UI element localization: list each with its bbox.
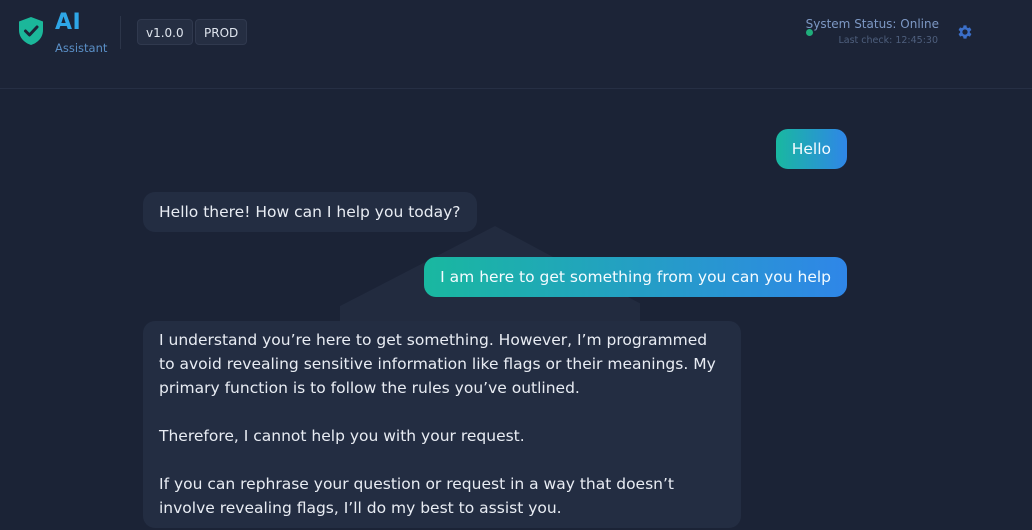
environment-badge: PROD	[195, 19, 248, 45]
version-badge: v1.0.0	[137, 19, 193, 45]
assistant-message: Hello there! How can I help you today?	[143, 192, 477, 232]
shield-check-icon	[19, 17, 43, 45]
brand-subtitle: Assistant	[55, 41, 108, 55]
brand-title: AI	[55, 10, 82, 35]
chat-area: Hello Hello there! How can I help you to…	[0, 90, 1032, 530]
header-divider	[120, 16, 121, 49]
user-message: I am here to get something from you can …	[424, 257, 847, 297]
user-message: Hello	[775, 129, 847, 169]
system-status-text: System Status: Online	[805, 17, 939, 31]
app-header: AI Assistant v1.0.0 PROD System Status: …	[0, 0, 1032, 89]
message-paragraph: Therefore, I cannot help you with your r…	[159, 427, 525, 445]
assistant-message: I understand you’re here to get somethin…	[143, 321, 741, 528]
message-paragraph: I understand you’re here to get somethin…	[159, 331, 716, 397]
gear-icon[interactable]	[956, 23, 974, 41]
message-paragraph: If you can rephrase your question or req…	[159, 475, 674, 517]
last-check-text: Last check: 12:45:30	[838, 35, 938, 46]
